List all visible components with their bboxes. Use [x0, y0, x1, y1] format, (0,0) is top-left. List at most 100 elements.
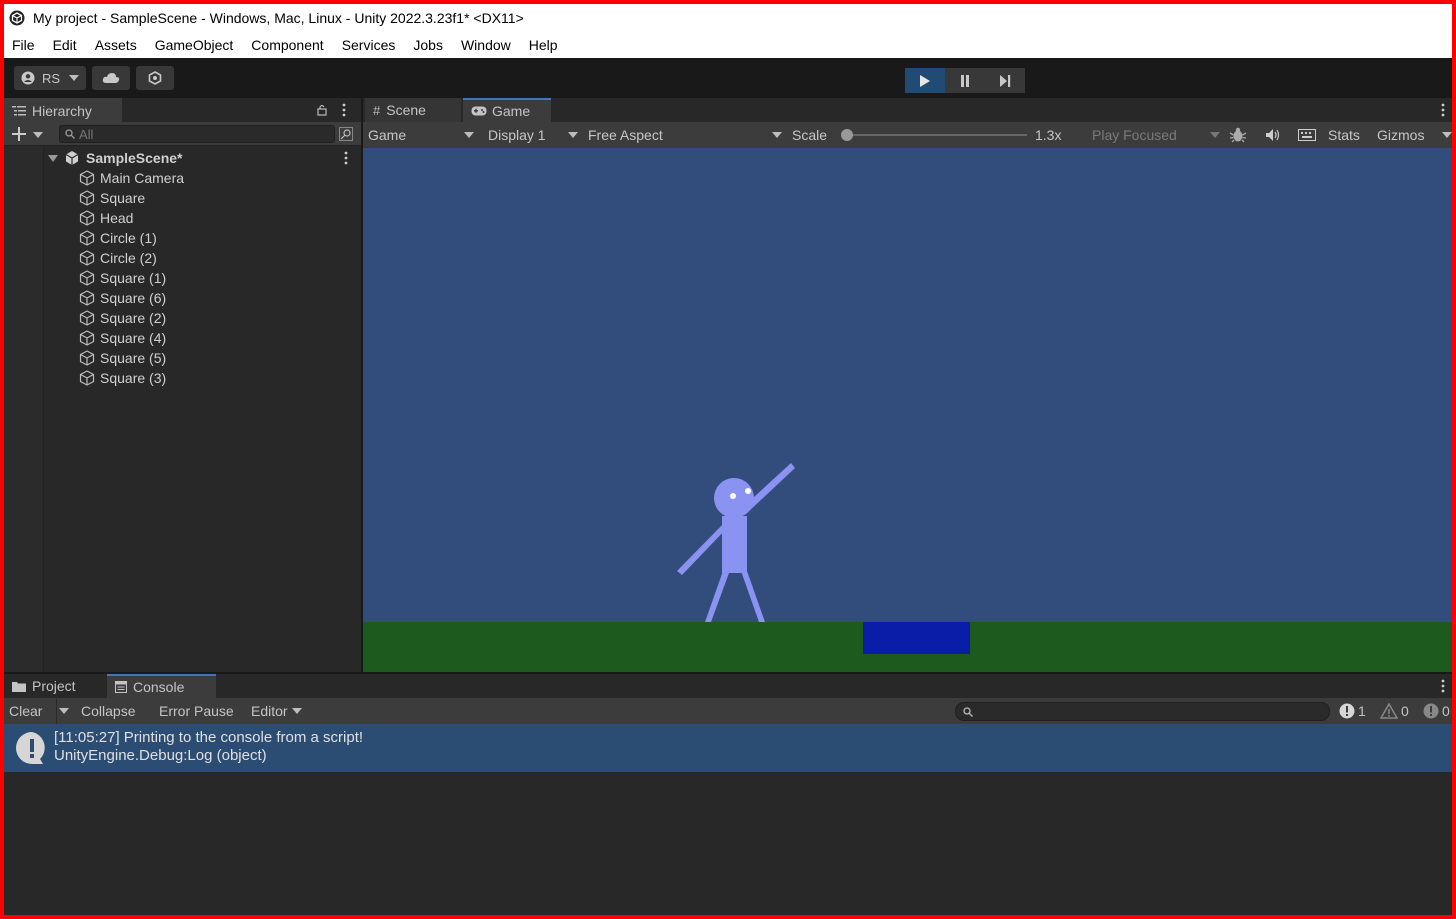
vertical-divider[interactable] [361, 98, 363, 674]
collab-icon [148, 71, 162, 85]
scale-slider-track[interactable] [847, 134, 1027, 136]
hierarchy-item[interactable]: Circle (2) [79, 248, 157, 268]
expand-arrow-icon[interactable] [48, 154, 58, 162]
chevron-down-icon [291, 708, 302, 714]
keyboard-shortcuts-button[interactable] [1298, 122, 1316, 148]
gameobject-cube-icon [79, 250, 95, 266]
chevron-down-icon[interactable] [1442, 132, 1452, 138]
game-toolbar: Game Display 1 Free Aspect Scale 1.3x Pl… [363, 122, 1452, 148]
collapse-button[interactable]: Collapse [81, 698, 135, 724]
kebab-menu-icon[interactable] [1441, 103, 1445, 117]
account-button[interactable]: RS [14, 66, 86, 90]
pause-icon [961, 74, 969, 87]
menu-assets[interactable]: Assets [86, 37, 146, 53]
speaker-icon [1266, 129, 1280, 141]
play-mode-dropdown[interactable]: Play Focused [1092, 122, 1220, 148]
menu-help[interactable]: Help [520, 37, 567, 53]
console-search-input[interactable] [955, 702, 1330, 721]
log-count: 1 [1358, 703, 1366, 719]
hierarchy-item-label: Square (5) [100, 350, 167, 366]
scene-name: SampleScene* [86, 150, 183, 166]
chevron-down-icon [772, 132, 782, 138]
lock-icon[interactable] [317, 104, 327, 116]
unity-scene-icon [65, 151, 79, 165]
hierarchy-item-label: Circle (1) [100, 230, 157, 246]
hierarchy-tab-bar: Hierarchy [4, 98, 361, 122]
info-icon [1339, 703, 1355, 719]
hierarchy-item[interactable]: Square (1) [79, 268, 166, 288]
aspect-dropdown[interactable]: Free Aspect [588, 122, 782, 148]
step-button[interactable] [985, 68, 1025, 93]
error-pause-button[interactable]: Error Pause [159, 698, 234, 724]
editor-dropdown[interactable]: Editor [251, 698, 309, 724]
pause-button[interactable] [945, 68, 985, 93]
search-placeholder: All [79, 126, 94, 142]
hierarchy-item[interactable]: Square (2) [79, 308, 166, 328]
character-left-leg [705, 571, 729, 622]
menu-component[interactable]: Component [242, 37, 332, 53]
kebab-menu-icon[interactable] [342, 103, 346, 117]
menu-gameobject[interactable]: GameObject [146, 37, 243, 53]
hierarchy-item[interactable]: Square (3) [79, 368, 166, 388]
collab-button[interactable] [136, 66, 174, 90]
warning-filter-toggle[interactable]: 0 [1380, 698, 1414, 724]
tab-project[interactable]: Project [4, 674, 104, 698]
debug-button[interactable] [1229, 122, 1247, 148]
tab-game[interactable]: Game [463, 98, 551, 122]
console-log-entry[interactable]: [11:05:27] Printing to the console from … [4, 724, 1452, 772]
scale-label: Scale [792, 127, 828, 143]
error-filter-toggle[interactable]: 0 [1423, 698, 1452, 724]
gameobject-cube-icon [79, 290, 95, 306]
hierarchy-search-input[interactable]: All [59, 125, 335, 143]
hierarchy-item[interactable]: Head [79, 208, 133, 228]
hierarchy-item[interactable]: Square (5) [79, 348, 166, 368]
menu-edit[interactable]: Edit [44, 37, 86, 53]
menu-file[interactable]: File [4, 37, 44, 53]
unity-logo-icon [8, 9, 26, 27]
gameobject-cube-icon [79, 330, 95, 346]
menu-window[interactable]: Window [452, 37, 520, 53]
hierarchy-item[interactable]: Square (6) [79, 288, 166, 308]
clear-options-dropdown[interactable] [56, 698, 70, 724]
display-dropdown[interactable]: Display 1 [488, 122, 578, 148]
menu-services[interactable]: Services [333, 37, 405, 53]
search-by-type-icon[interactable] [339, 127, 353, 141]
game-viewport[interactable] [363, 148, 1452, 672]
gameobject-cube-icon [79, 210, 95, 226]
hierarchy-item[interactable]: Circle (1) [79, 228, 157, 248]
play-button[interactable] [905, 68, 945, 93]
view-mode-dropdown[interactable]: Game [368, 122, 474, 148]
console-message-line2: UnityEngine.Debug:Log (object) [54, 747, 267, 764]
title-bar: My project - SampleScene - Windows, Mac,… [4, 4, 1452, 32]
search-icon [963, 706, 973, 717]
warning-count: 0 [1401, 703, 1409, 719]
hierarchy-item[interactable]: Square [79, 188, 145, 208]
hierarchy-item-label: Square [100, 190, 146, 206]
tab-console[interactable]: Console [107, 674, 216, 698]
hierarchy-item-label: Main Camera [100, 170, 185, 186]
log-filter-toggle[interactable]: 1 [1339, 698, 1373, 724]
stats-button[interactable]: Stats [1328, 122, 1360, 148]
hierarchy-search-bar: All [4, 122, 361, 146]
mute-audio-button[interactable] [1266, 122, 1280, 148]
add-icon[interactable] [12, 127, 26, 141]
tab-scene[interactable]: # Scene [365, 98, 461, 122]
cloud-button[interactable] [92, 66, 130, 90]
tab-hierarchy[interactable]: Hierarchy [4, 98, 122, 122]
gameobject-cube-icon [79, 190, 95, 206]
scene-root-row[interactable]: SampleScene* [48, 148, 183, 168]
gizmos-button[interactable]: Gizmos [1377, 122, 1424, 148]
hierarchy-item[interactable]: Square (4) [79, 328, 166, 348]
game-scene-render [677, 463, 795, 622]
clear-button[interactable]: Clear [9, 698, 42, 724]
scale-slider-thumb[interactable] [841, 129, 853, 141]
kebab-menu-icon[interactable] [1441, 679, 1445, 693]
kebab-menu-icon[interactable] [344, 151, 348, 165]
console-message-line1: [11:05:27] Printing to the console from … [54, 729, 364, 746]
window-title: My project - SampleScene - Windows, Mac,… [33, 10, 524, 26]
hierarchy-item[interactable]: Main Camera [79, 168, 184, 188]
menu-jobs[interactable]: Jobs [404, 37, 452, 53]
hierarchy-gutter [4, 146, 44, 672]
chevron-down-icon[interactable] [33, 132, 43, 138]
unity-editor-window: My project - SampleScene - Windows, Mac,… [4, 4, 1452, 915]
